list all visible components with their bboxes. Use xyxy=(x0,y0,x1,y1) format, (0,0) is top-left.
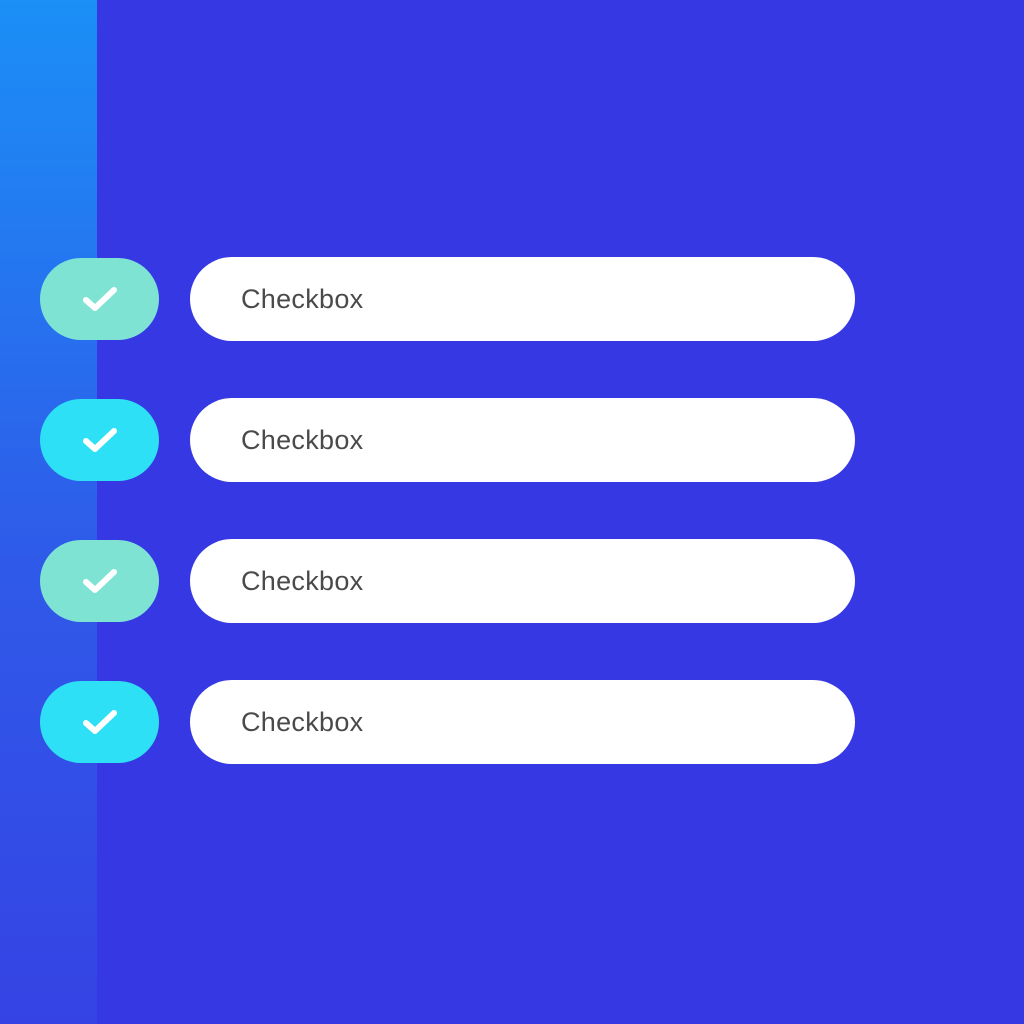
check-icon xyxy=(82,569,117,593)
checkbox-label-pill[interactable]: Checkbox xyxy=(190,398,855,482)
checkbox-label: Checkbox xyxy=(241,424,364,455)
check-icon xyxy=(82,287,117,311)
checkbox-toggle[interactable] xyxy=(40,540,159,622)
checkbox-toggle[interactable] xyxy=(40,399,159,481)
checkbox-label-pill[interactable]: Checkbox xyxy=(190,680,855,764)
check-icon xyxy=(82,710,117,734)
checkbox-label-pill[interactable]: Checkbox xyxy=(190,539,855,623)
checkbox-toggle[interactable] xyxy=(40,681,159,763)
checkbox-label: Checkbox xyxy=(241,706,364,737)
checkbox-row: Checkbox xyxy=(40,398,855,482)
checkbox-label: Checkbox xyxy=(241,283,364,314)
checkbox-toggle[interactable] xyxy=(40,258,159,340)
checkbox-label-pill[interactable]: Checkbox xyxy=(190,257,855,341)
checkbox-row: Checkbox xyxy=(40,257,855,341)
checkbox-row: Checkbox xyxy=(40,539,855,623)
checkbox-list: Checkbox Checkbox Checkbox Checkbox xyxy=(0,0,1024,1024)
checkbox-label: Checkbox xyxy=(241,565,364,596)
checkbox-row: Checkbox xyxy=(40,680,855,764)
check-icon xyxy=(82,428,117,452)
